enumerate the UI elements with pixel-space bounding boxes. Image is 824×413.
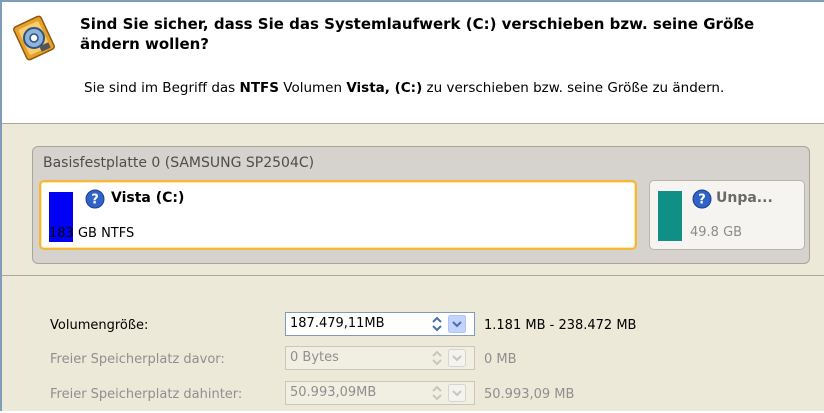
chevron-down-icon[interactable] (448, 349, 466, 367)
svg-text:?: ? (698, 193, 706, 208)
dialog-subtitle: Sie sind im Begriff das NTFS Volumen Vis… (84, 80, 820, 96)
resize-dialog: Sind Sie sicher, dass Sie das Systemlauf… (0, 0, 824, 411)
free-before-spinbox[interactable]: 0 Bytes (285, 346, 475, 370)
size-fields: Volumengröße: 187.479,11MB 1.181 MB - 23… (2, 276, 824, 413)
free-after-spinbox[interactable]: 50.993,09MB (285, 381, 475, 405)
volume-size-spinbox[interactable]: 187.479,11MB (285, 312, 475, 336)
partition-name: Unpa... (716, 190, 773, 206)
volume-size-value[interactable]: 187.479,11MB (290, 316, 385, 331)
subtitle-text: zu verschieben bzw. seine Größe zu änder… (422, 80, 725, 96)
svg-text:?: ? (91, 193, 99, 208)
disk-wizard-icon (12, 14, 60, 62)
partition-size: 49.8 GB (690, 225, 743, 240)
dialog-header: Sind Sie sicher, dass Sie das Systemlauf… (2, 2, 824, 124)
dialog-title: Sind Sie sicher, dass Sie das Systemlauf… (80, 15, 755, 53)
volume-size-label: Volumengröße: (50, 318, 149, 333)
partition-size: 183 GB NTFS (49, 226, 135, 241)
partition-name: Vista (C:) (111, 190, 185, 206)
spin-updown-icon[interactable] (428, 384, 446, 402)
spin-updown-icon[interactable] (428, 315, 446, 333)
chevron-down-icon[interactable] (448, 384, 466, 402)
partition-vista[interactable]: ? Vista (C:) 183 GB NTFS (39, 180, 637, 250)
subtitle-text: Volumen (278, 80, 347, 96)
free-before-label: Freier Speicherplatz davor: (50, 352, 225, 367)
help-icon[interactable]: ? (85, 189, 105, 209)
volume-name: Vista, (C:) (346, 80, 423, 96)
subtitle-text: Sie sind im Begriff das (84, 80, 240, 96)
filesystem-name: NTFS (239, 80, 279, 96)
disk-map-area: Basisfestplatte 0 (SAMSUNG SP2504C) ? Vi… (2, 124, 824, 276)
spin-updown-icon[interactable] (428, 349, 446, 367)
partition-color-bar (658, 191, 682, 241)
partition-unallocated[interactable]: ? Unpa... 49.8 GB (649, 180, 805, 250)
disk-panel: Basisfestplatte 0 (SAMSUNG SP2504C) ? Vi… (32, 146, 810, 264)
chevron-down-icon[interactable] (448, 315, 466, 333)
free-after-value[interactable]: 50.993,09MB (290, 385, 376, 400)
free-after-label: Freier Speicherplatz dahinter: (50, 387, 243, 402)
free-after-range: 50.993,09 MB (484, 387, 575, 402)
free-before-range: 0 MB (484, 352, 517, 367)
volume-size-input[interactable]: 187.479,11MB (290, 316, 385, 331)
free-before-value[interactable]: 0 Bytes (290, 350, 339, 365)
volume-size-range: 1.181 MB - 238.472 MB (484, 318, 637, 333)
help-icon[interactable]: ? (692, 189, 712, 209)
disk-title: Basisfestplatte 0 (SAMSUNG SP2504C) (43, 155, 315, 171)
